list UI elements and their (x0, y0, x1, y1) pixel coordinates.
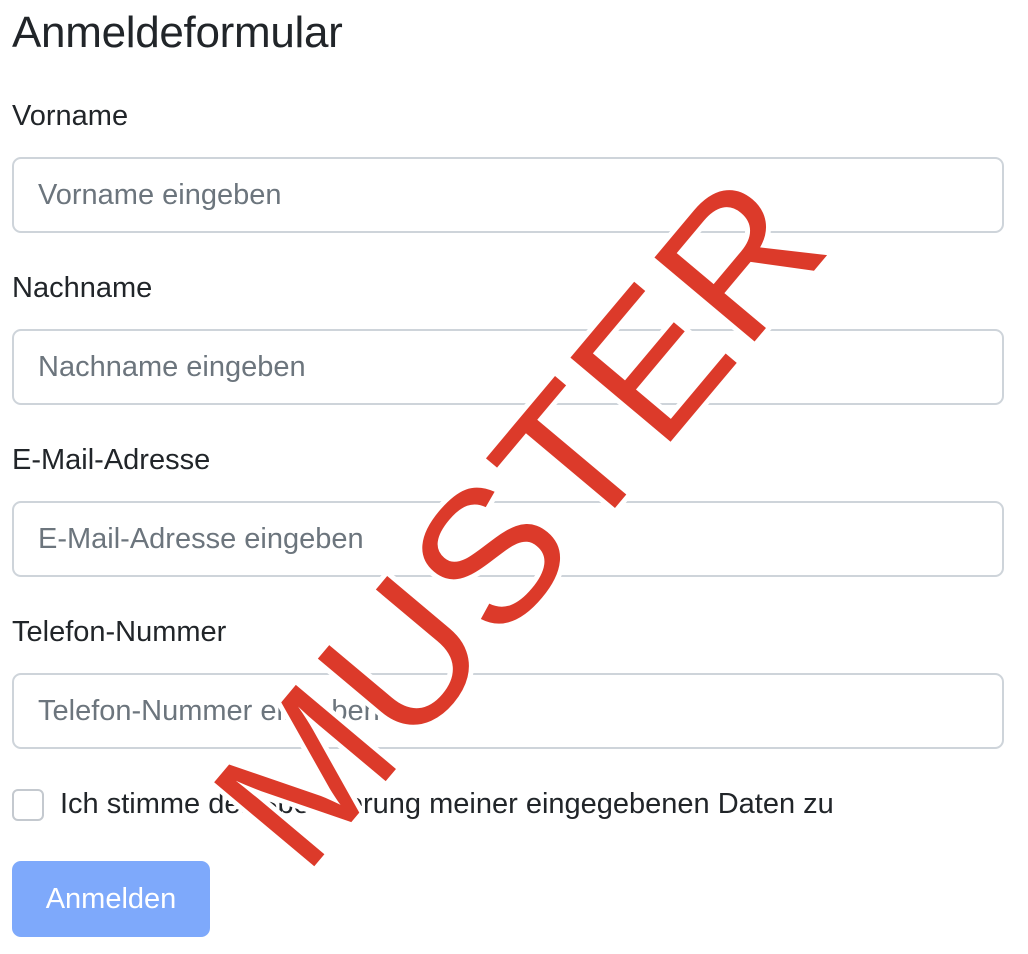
last-name-input[interactable] (12, 329, 1004, 405)
consent-label: Ich stimme der Speicherung meiner eingeg… (60, 788, 834, 820)
email-input[interactable] (12, 501, 1004, 577)
phone-label: Telefon-Nummer (12, 616, 227, 648)
first-name-label: Vorname (12, 100, 129, 132)
consent-row[interactable]: Ich stimme der Speicherung meiner eingeg… (12, 788, 834, 821)
consent-checkbox[interactable] (12, 788, 44, 821)
page-title: Anmeldeformular (12, 8, 343, 57)
submit-button[interactable]: Anmelden (12, 861, 210, 937)
registration-page: Anmeldeformular Vorname Nachname E-Mail-… (0, 0, 1028, 954)
phone-input[interactable] (12, 673, 1004, 749)
email-label: E-Mail-Adresse (12, 444, 211, 476)
first-name-input[interactable] (12, 157, 1004, 233)
last-name-label: Nachname (12, 272, 153, 304)
